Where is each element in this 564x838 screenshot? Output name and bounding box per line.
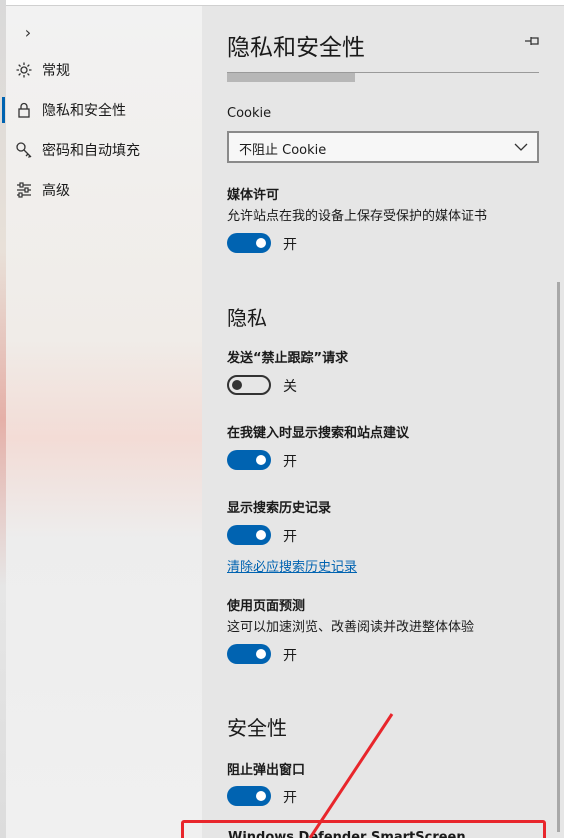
nav-item-label: 常规 <box>42 63 70 79</box>
search-history-label: 显示搜索历史记录 <box>227 501 332 516</box>
nav-item-label: 密码和自动填充 <box>42 143 140 159</box>
sliders-icon <box>14 180 34 200</box>
nav-item-general[interactable]: 常规 <box>6 54 202 86</box>
cookie-select-value: 不阻止 Cookie <box>239 143 327 158</box>
security-heading: 安全性 <box>227 716 287 740</box>
lock-icon <box>14 100 34 120</box>
nav-item-passwords[interactable]: 密码和自动填充 <box>6 134 202 166</box>
nav-item-label: 隐私和安全性 <box>42 103 126 119</box>
block-popups-toggle[interactable] <box>227 786 271 806</box>
chevron-right-icon[interactable]: › <box>18 22 38 44</box>
page-prediction-toggle[interactable] <box>227 644 271 664</box>
do-not-track-state: 关 <box>283 379 297 395</box>
nav-item-label: 高级 <box>42 183 70 199</box>
search-history-toggle[interactable] <box>227 525 271 545</box>
page-prediction-state: 开 <box>283 648 297 664</box>
do-not-track-label: 发送“禁止跟踪”请求 <box>227 351 349 366</box>
search-suggestions-label: 在我键入时显示搜索和站点建议 <box>227 426 410 441</box>
do-not-track-toggle[interactable] <box>227 375 271 395</box>
page-title: 隐私和安全性 <box>227 35 365 61</box>
toggle-knob <box>256 530 266 540</box>
toggle-knob <box>256 238 266 248</box>
clear-bing-history-link[interactable]: 清除必应搜索历史记录 <box>227 556 357 575</box>
toggle-knob <box>256 649 266 659</box>
search-history-state: 开 <box>283 529 297 545</box>
progress-fill <box>227 73 355 82</box>
settings-panel: 隐私和安全性 Cookie 不阻止 Cookie 媒体许可 允许站点在我的设备上… <box>202 6 564 838</box>
toggle-knob <box>232 380 242 390</box>
toggle-knob <box>256 791 266 801</box>
gear-icon <box>14 60 34 80</box>
chevron-down-icon <box>513 139 529 155</box>
loading-progress-bar <box>227 72 539 82</box>
pin-icon[interactable] <box>522 33 542 49</box>
media-license-label: 媒体许可 <box>227 188 280 203</box>
annotation-highlight-box <box>181 820 546 838</box>
search-suggestions-toggle[interactable] <box>227 450 271 470</box>
key-icon <box>14 140 34 160</box>
cookie-select[interactable]: 不阻止 Cookie <box>227 131 539 163</box>
nav-item-privacy[interactable]: 隐私和安全性 <box>2 94 202 126</box>
block-popups-state: 开 <box>283 790 297 806</box>
media-license-toggle[interactable] <box>227 233 271 253</box>
scrollbar[interactable] <box>557 282 560 832</box>
media-license-description: 允许站点在我的设备上保存受保护的媒体证书 <box>227 209 488 224</box>
page-prediction-description: 这可以加速浏览、改善阅读并改进整体体验 <box>227 620 475 635</box>
block-popups-label: 阻止弹出窗口 <box>227 763 306 778</box>
media-license-state: 开 <box>283 237 297 253</box>
page-prediction-label: 使用页面预测 <box>227 599 306 614</box>
nav-item-advanced[interactable]: 高级 <box>6 174 202 206</box>
settings-nav: › 常规 隐私和安全性 密码和自动填充 高级 <box>2 6 202 838</box>
toggle-knob <box>256 455 266 465</box>
privacy-heading: 隐私 <box>227 306 267 330</box>
cookie-label: Cookie <box>227 106 272 121</box>
search-suggestions-state: 开 <box>283 454 297 470</box>
